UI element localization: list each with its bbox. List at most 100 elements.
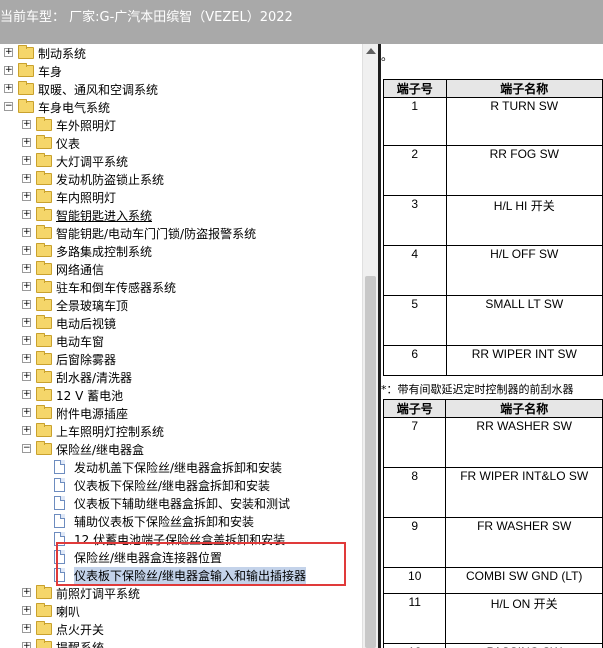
expand-icon[interactable]: + — [22, 156, 31, 165]
current-model-bar: 当前车型： 厂家:G-广汽本田缤智（VEZEL）2022 — [0, 0, 603, 44]
tree-item[interactable]: + 取暖、通风和空调系统 — [0, 80, 362, 98]
tree-item[interactable]: + 大灯调平系统 — [0, 152, 362, 170]
table-row: 7 RR WASHER SW — [382, 417, 603, 468]
tree-item[interactable]: + 刮水器/清洗器 — [0, 368, 362, 386]
expand-icon[interactable]: + — [22, 588, 31, 597]
tree-item[interactable]: − 车身电气系统 — [0, 98, 362, 116]
table-header-row: 端子号 端子名称 — [383, 79, 603, 98]
expand-icon[interactable]: + — [22, 174, 31, 183]
tree-item-label: 后窗除雾器 — [56, 353, 117, 367]
expand-icon[interactable]: + — [22, 120, 31, 129]
folder-icon — [36, 189, 52, 203]
terminal-name-cell: RR WASHER SW — [445, 417, 603, 468]
expand-icon[interactable]: + — [4, 66, 13, 75]
tree-item[interactable]: 仪表板下辅助继电器盒拆卸、安装和测试 — [0, 494, 362, 512]
expand-icon[interactable]: + — [22, 246, 31, 255]
expand-icon[interactable]: + — [22, 138, 31, 147]
tree-item[interactable]: − 保险丝/继电器盒 — [0, 440, 362, 458]
tree-item[interactable]: + 智能钥匙进入系统 — [0, 206, 362, 224]
folder-icon — [36, 171, 52, 185]
table-row: 2 RR FOG SW — [383, 145, 603, 196]
tree-item-label: 喇叭 — [56, 605, 81, 619]
tree-item[interactable]: + 前照灯调平系统 — [0, 584, 362, 602]
tree-item[interactable]: + 智能钥匙/电动车门门锁/防盗报警系统 — [0, 224, 362, 242]
tree-item[interactable]: + 多路集成控制系统 — [0, 242, 362, 260]
table-row: 11 H/L ON 开关 — [382, 593, 603, 644]
tree-item-label: 电动后视镜 — [56, 317, 117, 331]
folder-icon — [18, 99, 34, 113]
expand-icon[interactable]: + — [22, 642, 31, 648]
tree-item-label: 保险丝/继电器盒 — [56, 443, 145, 457]
tree-item[interactable]: + 喇叭 — [0, 602, 362, 620]
tree-item-label: 上车照明灯控制系统 — [56, 425, 165, 439]
expand-icon[interactable]: + — [22, 426, 31, 435]
content-top-mark: 。 — [381, 49, 394, 63]
expand-icon[interactable]: + — [22, 606, 31, 615]
tree-item[interactable]: + 车外照明灯 — [0, 116, 362, 134]
tree-item[interactable]: + 上车照明灯控制系统 — [0, 422, 362, 440]
tree-item[interactable]: 发动机盖下保险丝/继电器盒拆卸和安装 — [0, 458, 362, 476]
terminal-table-2: 端子号 端子名称 7 RR WASHER SW 8 FR WIPER INT&LO S… — [382, 399, 603, 648]
tree-item-label: 12 V 蓄电池 — [56, 389, 124, 403]
expand-icon[interactable]: + — [22, 318, 31, 327]
folder-icon — [36, 153, 52, 167]
tree-item-label: 发动机防盗锁止系统 — [56, 173, 165, 187]
tree-item[interactable]: + 车身 — [0, 62, 362, 80]
tree-item[interactable]: + 仪表 — [0, 134, 362, 152]
tree-item[interactable]: 辅助仪表板下保险丝盒拆卸和安装 — [0, 512, 362, 530]
expand-icon[interactable]: + — [4, 48, 13, 57]
tree-item[interactable]: + 网络通信 — [0, 260, 362, 278]
tree-item[interactable]: + 点火开关 — [0, 620, 362, 638]
tree-item-label: 全景玻璃车顶 — [56, 299, 129, 313]
terminal-number-cell: 7 — [382, 417, 447, 468]
expand-icon[interactable]: + — [22, 408, 31, 417]
tree-item[interactable]: + 全景玻璃车顶 — [0, 296, 362, 314]
terminal-name-cell: H/L ON 开关 — [445, 593, 603, 644]
tree-item-label: 车内照明灯 — [56, 191, 117, 205]
table-row: 6 RR WIPER INT SW — [383, 345, 603, 376]
document-icon — [54, 478, 65, 492]
folder-icon — [36, 387, 52, 401]
folder-icon — [36, 603, 52, 617]
tree-item[interactable]: + 后窗除雾器 — [0, 350, 362, 368]
tree-item-label: 驻车和倒车传感器系统 — [56, 281, 177, 295]
table-row: 4 H/L OFF SW — [383, 245, 603, 296]
expand-icon[interactable]: + — [22, 192, 31, 201]
tree-item[interactable]: + 制动系统 — [0, 44, 362, 62]
expand-icon[interactable]: + — [22, 210, 31, 219]
tree-item[interactable]: +12 V 蓄电池 — [0, 386, 362, 404]
terminal-table-1: 端子号 端子名称 1R TURN SW 2 RR FOG SW 3 H/L HI 开关 4… — [383, 79, 603, 376]
expand-icon[interactable]: + — [22, 354, 31, 363]
expand-icon[interactable]: + — [22, 390, 31, 399]
scroll-thumb[interactable] — [365, 276, 376, 648]
tree-item[interactable]: + 提醒系统 — [0, 638, 362, 648]
scroll-up-arrow-icon[interactable] — [366, 48, 376, 54]
folder-icon — [36, 639, 52, 648]
expand-icon[interactable]: + — [4, 84, 13, 93]
tree-item[interactable]: + 发动机防盗锁止系统 — [0, 170, 362, 188]
folder-icon — [36, 207, 52, 221]
folder-icon — [36, 135, 52, 149]
tree-item-label: 辅助仪表板下保险丝盒拆卸和安装 — [74, 515, 255, 529]
tree-item[interactable]: + 电动后视镜 — [0, 314, 362, 332]
tree-item[interactable]: + 车内照明灯 — [0, 188, 362, 206]
expand-icon[interactable]: + — [22, 372, 31, 381]
expand-icon[interactable]: + — [22, 228, 31, 237]
tree-item[interactable]: + 电动车窗 — [0, 332, 362, 350]
expand-icon[interactable]: + — [22, 336, 31, 345]
tree-item[interactable]: 仪表板下保险丝/继电器盒拆卸和安装 — [0, 476, 362, 494]
table-header-row: 端子号 端子名称 — [382, 399, 603, 418]
expand-icon[interactable]: + — [22, 624, 31, 633]
document-icon — [54, 496, 65, 510]
table-row: 5 SMALL LT SW — [383, 295, 603, 346]
highlight-box — [56, 542, 346, 586]
tree-scrollbar[interactable] — [362, 44, 378, 648]
tree-item[interactable]: + 附件电源插座 — [0, 404, 362, 422]
folder-icon — [36, 333, 52, 347]
collapse-icon[interactable]: − — [22, 444, 31, 453]
expand-icon[interactable]: + — [22, 300, 31, 309]
tree-item[interactable]: + 驻车和倒车传感器系统 — [0, 278, 362, 296]
expand-icon[interactable]: + — [22, 264, 31, 273]
collapse-icon[interactable]: − — [4, 102, 13, 111]
expand-icon[interactable]: + — [22, 282, 31, 291]
